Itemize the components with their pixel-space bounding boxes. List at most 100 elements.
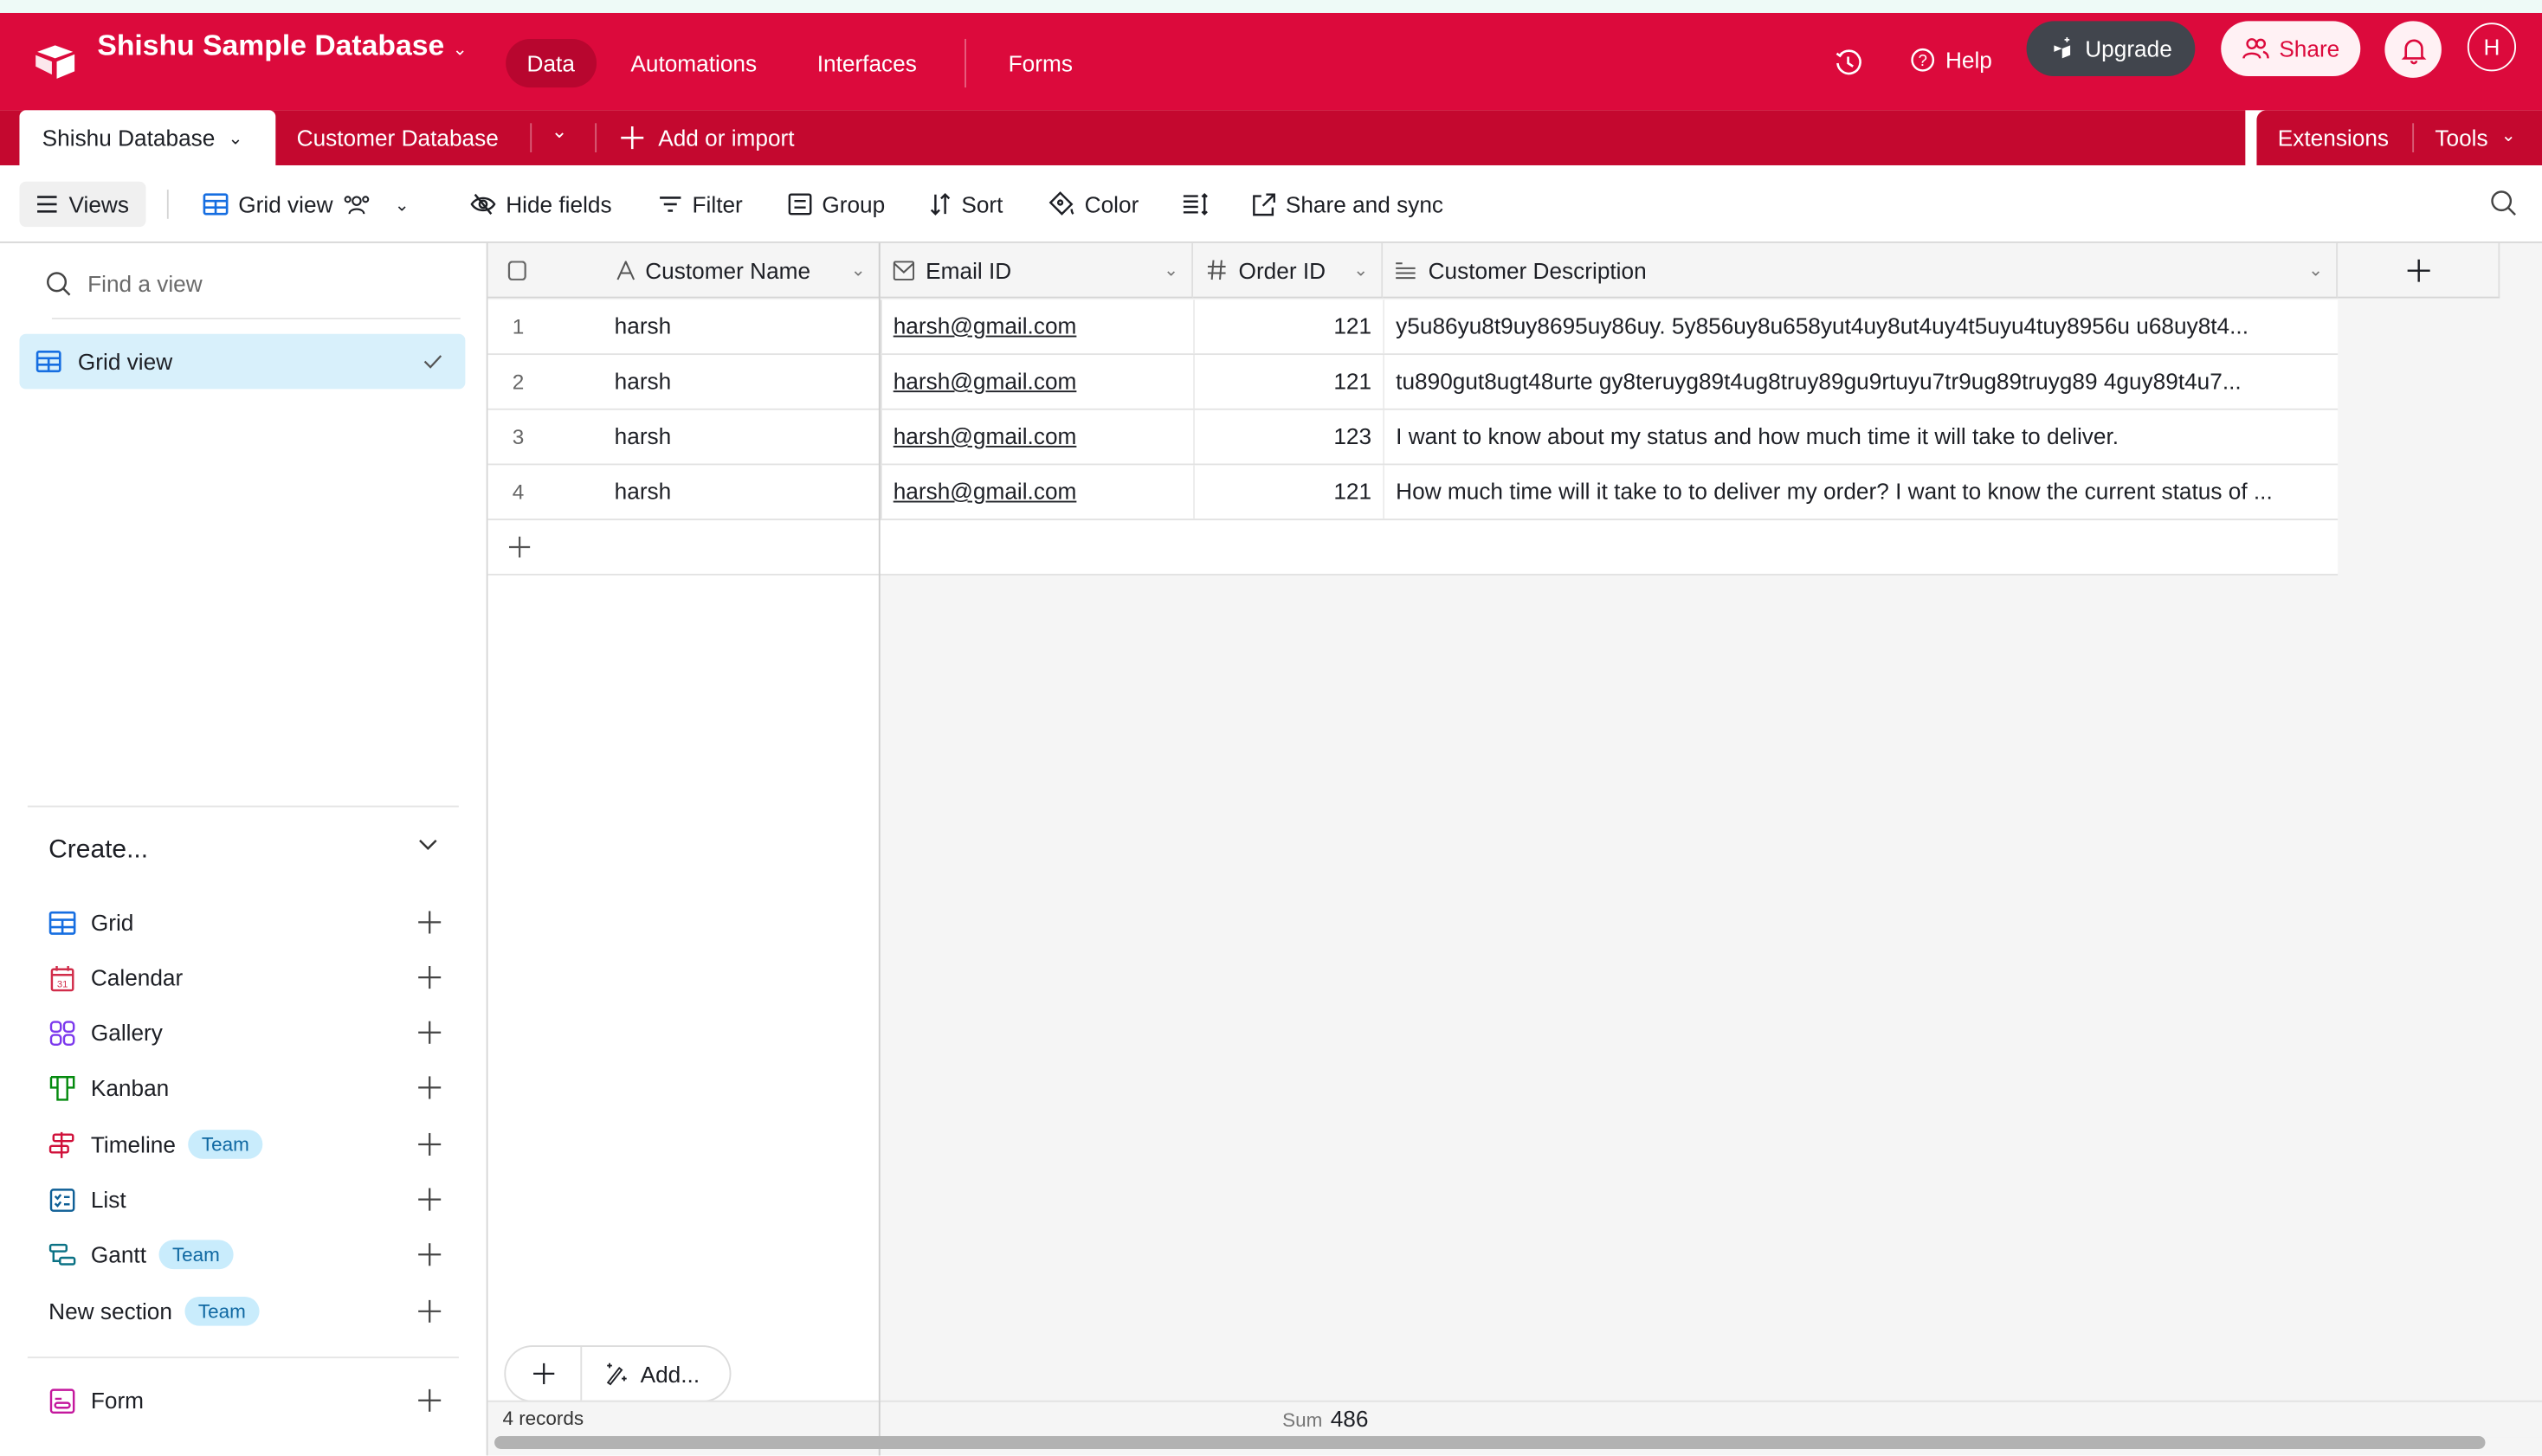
nav-tab-automations[interactable]: Automations [610,39,777,87]
column-header-email-id[interactable]: Email ID ⌄ [880,242,1194,299]
tab-divider [530,123,532,153]
add-or-import-label: Add or import [658,125,795,151]
table-tab-customer-database[interactable]: Customer Database [297,125,499,151]
chevron-down-icon[interactable]: ⌄ [851,260,866,280]
chevron-down-icon[interactable]: ⌄ [2308,260,2323,280]
create-section-toggle[interactable]: Create... [48,836,148,866]
column-header-order-id[interactable]: Order ID ⌄ [1193,242,1384,299]
cell-email-link[interactable]: harsh@gmail.com [880,465,1193,519]
group-button[interactable]: Group [788,182,885,227]
history-icon[interactable] [1834,48,1863,78]
cell-email-link[interactable]: harsh@gmail.com [880,409,1193,464]
row-height-button[interactable] [1182,182,1210,227]
hide-fields-button[interactable]: Hide fields [470,182,612,227]
add-with-ai-button[interactable]: Add... [582,1361,700,1387]
cell-email-link[interactable]: harsh@gmail.com [880,300,1193,354]
chevron-down-icon[interactable]: ⌄ [228,127,242,148]
cell-customer-name[interactable]: harsh [615,465,874,519]
plus-icon[interactable] [418,1388,442,1412]
help-button[interactable]: ? Help [1910,47,1992,73]
add-record-row[interactable] [487,520,2339,576]
cell-customer-description[interactable]: How much time will it take to to deliver… [1383,465,2338,519]
cell-order-id[interactable]: 121 [1193,355,1383,409]
table-row[interactable]: 4 harsh harsh@gmail.com 121 How much tim… [487,465,2339,521]
plus-icon[interactable] [418,911,442,934]
cell-customer-description[interactable]: y5u86yu8t9uy8695uy86uy. 5y856uy8u658yut4… [1383,300,2338,354]
sort-button[interactable]: Sort [929,182,1003,227]
gallery-icon [49,1020,75,1046]
create-new-section[interactable]: New section Team [48,1292,442,1330]
plus-icon[interactable] [418,1188,442,1211]
share-button[interactable]: Share [2221,21,2361,77]
create-form[interactable]: Form [48,1381,442,1420]
order-id-summary[interactable]: Sum 486 [1282,1405,1368,1431]
filter-button[interactable]: Filter [658,182,743,227]
row-number: 4 [512,480,525,505]
views-button[interactable]: Views [19,181,146,228]
search-icon [47,272,71,296]
horizontal-scrollbar[interactable] [494,1435,2486,1449]
create-gallery[interactable]: Gallery [48,1013,442,1052]
plus-icon [2406,258,2429,281]
user-avatar[interactable]: H [2467,23,2517,72]
plus-icon [621,126,644,150]
cell-order-id[interactable]: 123 [1193,409,1383,464]
cell-email-link[interactable]: harsh@gmail.com [880,355,1193,409]
table-row[interactable]: 3 harsh harsh@gmail.com 123 I want to kn… [487,409,2339,466]
extensions-button[interactable]: Extensions [2278,125,2389,151]
upgrade-label: Upgrade [2085,35,2172,62]
sidebar-view-grid-view[interactable]: Grid view [19,333,466,390]
search-icon[interactable] [2490,190,2518,217]
create-calendar[interactable]: 31 Calendar [48,958,442,997]
team-badge: Team [188,1130,262,1159]
add-field-button[interactable] [2338,242,2500,299]
text-field-icon [616,260,636,280]
cell-customer-description[interactable]: I want to know about my status and how m… [1383,409,2338,464]
select-all-checkbox[interactable] [507,260,526,280]
create-item-label: List [90,1186,126,1213]
plus-icon[interactable] [418,965,442,989]
create-kanban[interactable]: Kanban [48,1068,442,1107]
find-view-input[interactable]: Find a view [45,271,203,297]
create-grid[interactable]: Grid [48,903,442,942]
cell-customer-name[interactable]: harsh [615,300,874,353]
view-switcher[interactable]: Grid view ⌄ [203,182,410,227]
gantt-icon [48,1242,76,1265]
plus-icon[interactable] [418,1076,442,1099]
column-header-customer-name[interactable]: Customer Name ⌄ [487,242,881,299]
add-or-import-button[interactable]: Add or import [621,125,795,151]
notifications-button[interactable] [2384,21,2442,78]
create-timeline[interactable]: Timeline Team [48,1124,442,1163]
table-tab-shishu-database[interactable]: Shishu Database ⌄ [19,110,276,165]
cell-customer-description[interactable]: tu890gut8ugt48urte gy8teruyg89t4ug8truy8… [1383,355,2338,409]
nav-tab-forms[interactable]: Forms [987,39,1094,87]
plus-icon[interactable] [418,1299,442,1323]
create-list[interactable]: List [48,1180,442,1219]
upgrade-button[interactable]: Upgrade [2026,21,2196,77]
cell-customer-name[interactable]: harsh [615,410,874,464]
cell-customer-name[interactable]: harsh [615,355,874,409]
plus-icon[interactable] [418,1243,442,1266]
cell-order-id[interactable]: 121 [1193,465,1383,519]
nav-tab-data[interactable]: Data [506,38,597,88]
cell-order-id[interactable]: 121 [1193,300,1383,354]
chevron-down-icon[interactable]: ⌄ [1164,260,1178,280]
more-tables-chevron-icon[interactable]: ⌄ [552,120,568,143]
table-row[interactable]: 2 harsh harsh@gmail.com 121 tu890gut8ugt… [487,355,2339,410]
chevron-down-icon[interactable] [418,838,437,851]
tools-button[interactable]: Tools ⌄ [2435,125,2515,151]
create-gantt[interactable]: Gantt Team [48,1235,442,1274]
frozen-column-area [487,575,881,1401]
plus-icon[interactable] [418,1132,442,1156]
nav-tab-interfaces[interactable]: Interfaces [796,39,938,87]
column-header-customer-description[interactable]: Customer Description ⌄ [1383,242,2339,299]
airtable-logo-icon[interactable] [34,44,76,80]
app-window: Shishu Sample Database ⌄ Data Automation… [0,0,2542,1456]
color-button[interactable]: Color [1048,182,1139,227]
chevron-down-icon[interactable]: ⌄ [1353,260,1368,280]
share-and-sync-button[interactable]: Share and sync [1252,182,1443,227]
quick-add-button[interactable] [506,1347,583,1401]
base-title[interactable]: Shishu Sample Database ⌄ [97,29,468,63]
table-row[interactable]: 1 harsh harsh@gmail.com 121 y5u86yu8t9uy… [487,300,2339,356]
plus-icon[interactable] [418,1021,442,1044]
